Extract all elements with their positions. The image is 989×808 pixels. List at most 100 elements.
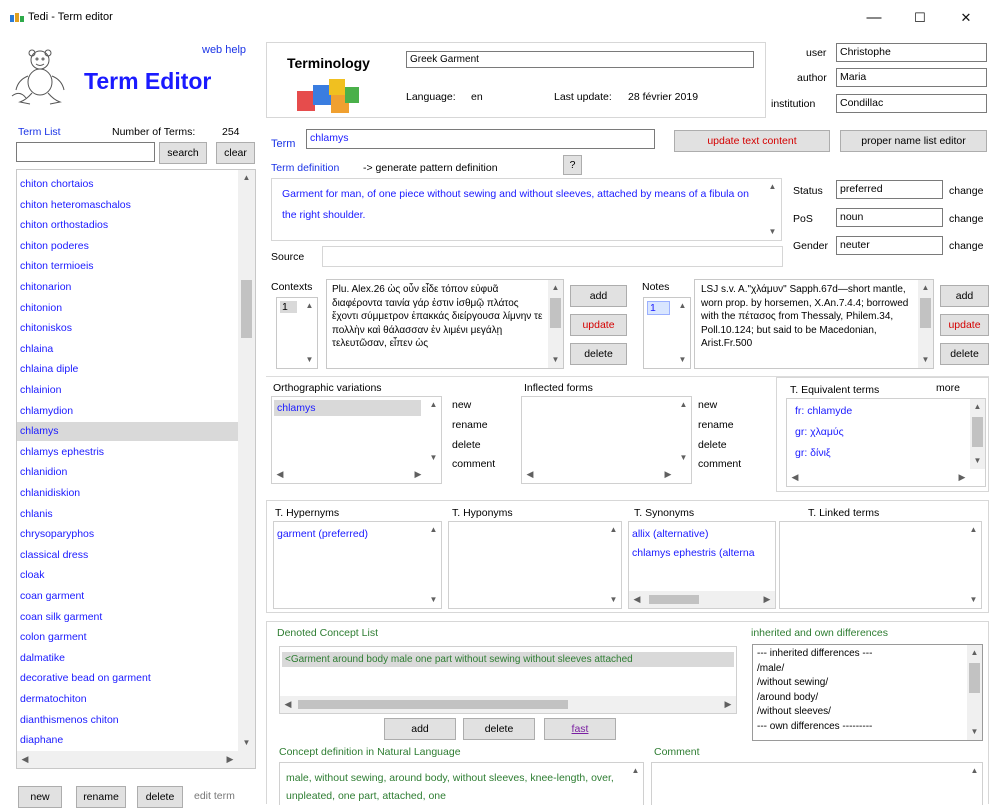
context-add-button[interactable]: add [570, 285, 627, 307]
synonym-item[interactable]: chlamys ephestris (alterna [632, 547, 755, 559]
author-field[interactable]: Maria [836, 68, 987, 87]
term-list-item[interactable]: chlanidiskion [17, 484, 238, 503]
context-update-button[interactable]: update [570, 314, 627, 336]
inflected-delete-link[interactable]: delete [698, 439, 727, 451]
comment-text[interactable]: ▲ [651, 762, 983, 805]
term-list-item[interactable]: chiton chortaios [17, 175, 238, 194]
term-list-item[interactable]: decorative bead on garment [17, 669, 238, 688]
term-list-item[interactable]: chiton heteromaschalos [17, 196, 238, 215]
note-delete-button[interactable]: delete [940, 343, 989, 365]
term-list-item[interactable]: chlaina [17, 340, 238, 359]
concept-delete-button[interactable]: delete [463, 718, 535, 740]
equivalent-item[interactable]: gr: χλαμύς [795, 426, 844, 438]
notes-index-item[interactable]: 1 [647, 301, 670, 315]
term-list-item[interactable]: chlanidion [17, 463, 238, 482]
delete-term-button[interactable]: delete [137, 786, 183, 808]
equivalent-more-link[interactable]: more [936, 382, 960, 394]
status-change-link[interactable]: change [949, 185, 983, 197]
equivalent-item[interactable]: fr: chlamyde [795, 405, 852, 417]
term-list-item[interactable]: colon garment [17, 628, 238, 647]
context-delete-button[interactable]: delete [570, 343, 627, 365]
term-list-item[interactable]: chlamys [17, 422, 238, 442]
user-field[interactable]: Christophe [836, 43, 987, 62]
concept-fast-button[interactable]: fast [544, 718, 616, 740]
equivalent-item[interactable]: gr: δίνιξ [795, 447, 831, 459]
term-list[interactable]: chiton chortaios chiton heteromaschalos ch… [16, 169, 256, 769]
term-list-item[interactable]: chiton poderes [17, 237, 238, 256]
terminology-name-field[interactable]: Greek Garment [406, 51, 754, 68]
synonym-item[interactable]: allix (alternative) [632, 528, 708, 540]
term-list-item[interactable]: chiton termioeis [17, 257, 238, 276]
notes-text[interactable]: LSJ s.v. A."χλάμυν" Sapph.67d—short mant… [694, 279, 934, 369]
term-list-item[interactable]: chlamys ephestris [17, 443, 238, 462]
concept-add-button[interactable]: add [384, 718, 456, 740]
term-list-item[interactable]: diaphane [17, 731, 238, 750]
new-term-button[interactable]: new [18, 786, 62, 808]
term-list-item[interactable]: chitoniskos [17, 319, 238, 338]
contexts-text[interactable]: Plu. Alex.26 ὡς οὖν εἶδε τόπον εὐφυᾶ δια… [326, 279, 564, 369]
inflected-rename-link[interactable]: rename [698, 419, 734, 431]
note-update-button[interactable]: update [940, 314, 989, 336]
definition-help-button[interactable]: ? [563, 155, 582, 175]
inflected-comment-link[interactable]: comment [698, 458, 741, 470]
term-list-item[interactable]: chlanis [17, 505, 238, 524]
term-list-item[interactable]: chlainion [17, 381, 238, 400]
search-input[interactable] [16, 142, 155, 162]
denoted-concept-item[interactable]: <Garment around body male one part witho… [282, 652, 734, 667]
clear-button[interactable]: clear [216, 142, 255, 164]
maximize-button[interactable]: ☐ [897, 4, 943, 32]
ortho-comment-link[interactable]: comment [452, 458, 495, 470]
contexts-index-item[interactable]: 1 [280, 301, 297, 313]
term-list-item[interactable]: dianthismenos chiton [17, 711, 238, 730]
ortho-delete-link[interactable]: delete [452, 439, 481, 451]
ortho-rename-link[interactable]: rename [452, 419, 488, 431]
term-list-item[interactable]: chlamydion [17, 402, 238, 421]
notes-index-list[interactable]: 1 ▲ ▼ [643, 297, 691, 369]
web-help-link[interactable]: web help [202, 44, 246, 56]
close-button[interactable]: ✕ [943, 4, 989, 32]
term-list-item[interactable]: coan silk garment [17, 608, 238, 627]
gender-change-link[interactable]: change [949, 240, 983, 252]
term-list-item[interactable]: classical dress [17, 546, 238, 565]
update-text-content-button[interactable]: update text content [674, 130, 830, 152]
pos-change-link[interactable]: change [949, 213, 983, 225]
rename-term-button[interactable]: rename [76, 786, 126, 808]
definition-scrollbar[interactable]: ▲ ▼ [764, 179, 781, 240]
inherited-differences-list[interactable]: --- inherited differences --- /male/ /with… [752, 644, 983, 741]
hypernyms-list[interactable]: garment (preferred) ▲ ▼ [273, 521, 442, 609]
search-button[interactable]: search [159, 142, 207, 164]
term-field[interactable]: chlamys [306, 129, 655, 149]
term-list-item[interactable]: chitonarion [17, 278, 238, 297]
term-list-item[interactable]: coan garment [17, 587, 238, 606]
status-field[interactable]: preferred [836, 180, 943, 199]
orthographic-item[interactable]: chlamys [274, 400, 421, 416]
orthographic-variations-list[interactable]: chlamys ▲ ▼ ◀ ▶ [271, 396, 442, 484]
term-list-item[interactable]: chitonion [17, 299, 238, 318]
generate-pattern-link[interactable]: -> generate pattern definition [363, 162, 498, 174]
denoted-concept-list[interactable]: <Garment around body male one part witho… [279, 646, 737, 714]
synonyms-list[interactable]: allix (alternative) chlamys ephestris (a… [628, 521, 776, 609]
term-list-hscrollbar[interactable]: ◀ ▶ [17, 751, 255, 768]
term-list-item[interactable]: chiton orthostadios [17, 216, 238, 235]
ortho-new-link[interactable]: new [452, 399, 471, 411]
proper-name-list-editor-button[interactable]: proper name list editor [840, 130, 987, 152]
term-list-item[interactable]: chrysoparyphos [17, 525, 238, 544]
gender-field[interactable]: neuter [836, 236, 943, 255]
institution-field[interactable]: Condillac [836, 94, 987, 113]
source-field[interactable] [322, 246, 783, 267]
term-list-item[interactable]: chlaina diple [17, 360, 238, 379]
term-definition-text[interactable]: Garment for man, of one piece without se… [271, 178, 782, 241]
term-list-item[interactable]: cloak [17, 566, 238, 585]
inflected-forms-list[interactable]: ▲ ▼ ◀ ▶ [521, 396, 692, 484]
term-list-item[interactable]: dermatochiton [17, 690, 238, 709]
linked-terms-list[interactable]: ▲ ▼ [779, 521, 982, 609]
note-add-button[interactable]: add [940, 285, 989, 307]
hypernym-item[interactable]: garment (preferred) [277, 528, 368, 540]
inflected-new-link[interactable]: new [698, 399, 717, 411]
minimize-button[interactable]: — [851, 4, 897, 32]
term-list-scrollbar[interactable]: ▲ ▼ [238, 170, 255, 751]
concept-nl-text[interactable]: male, without sewing, around body, witho… [279, 762, 644, 805]
equivalent-terms-list[interactable]: fr: chlamyde gr: χλαμύς gr: δίνιξ ▲ ▼ ◀ … [786, 398, 986, 487]
term-list-item[interactable]: dalmatike [17, 649, 238, 668]
pos-field[interactable]: noun [836, 208, 943, 227]
